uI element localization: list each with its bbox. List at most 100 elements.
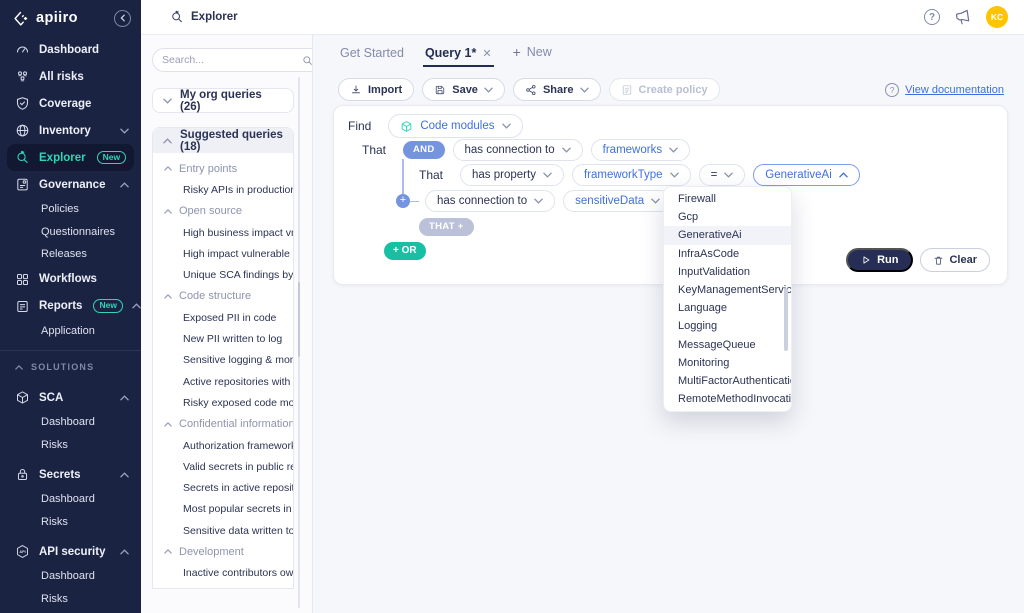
sidebar-item-sca-dashboard[interactable]: Dashboard [0,411,141,434]
solutions-section-header[interactable]: SOLUTIONS [0,355,141,379]
query-label: High impact vulnerable depen... [183,248,293,260]
predicate-select[interactable]: has connection to [425,190,555,212]
query-list-entry[interactable]: Risky exposed code modules [153,392,293,413]
right-column: Explorer ? KC My org [141,0,1024,613]
all-risks-icon [15,69,30,84]
search-input[interactable] [162,54,297,66]
dropdown-option[interactable]: Monitoring [664,354,791,372]
sidebar-item-sca-risks[interactable]: Risks [0,434,141,457]
sidebar-item-workflows[interactable]: Workflows [0,266,141,293]
share-button[interactable]: Share [513,78,601,101]
save-button[interactable]: Save [422,78,505,101]
sidebar-item-governance[interactable]: Governance [0,171,141,198]
query-list-entry[interactable]: Exposed PII in code [153,307,293,328]
dropdown-option[interactable]: KeyManagementService [664,281,791,299]
sidebar-item-coverage[interactable]: Coverage [0,90,141,117]
sidebar-item-policies[interactable]: Policies [0,198,141,221]
clear-button[interactable]: Clear [920,248,990,272]
query-label: Entry points [179,163,237,175]
object-select[interactable]: frameworks [591,139,690,161]
query-list-entry[interactable]: Authorization frameworks in a... [153,435,293,456]
query-list-entry[interactable]: Sensitive data written to logs i... [153,520,293,541]
sidebar-item-reports[interactable]: Reports New [0,293,141,320]
value-select[interactable]: GenerativeAi [753,164,859,186]
dropdown-option[interactable]: Rpc [664,408,791,412]
import-button[interactable]: Import [338,78,414,101]
sidebar-item-secrets[interactable]: Secrets [0,461,141,488]
predicate-select[interactable]: has connection to [453,139,583,161]
query-list-entry[interactable]: Development [153,541,293,562]
query-list-entry[interactable]: Supply chain [153,584,293,589]
property-select[interactable]: frameworkType [572,164,691,186]
dropdown-option[interactable]: Gcp [664,208,791,226]
dropdown-option[interactable]: MultiFactorAuthentication [664,372,791,390]
tab-new[interactable]: + New [511,44,554,67]
query-list-entry[interactable]: Confidential information [153,414,293,435]
query-list-entry[interactable]: Valid secrets in public repositor... [153,456,293,477]
query-list-entry[interactable]: High impact vulnerable depen... [153,243,293,264]
button-label: Clear [949,254,977,266]
close-tab-icon[interactable]: ✕ [482,47,491,60]
add-condition-icon[interactable]: + [396,194,410,208]
query-list-entry[interactable]: Risky APIs in production code [153,179,293,200]
dropdown-option[interactable]: InputValidation [664,263,791,281]
dropdown-option[interactable]: RemoteMethodInvocation [664,390,791,408]
suggested-queries-toggle[interactable]: Suggested queries (18) [153,128,293,153]
button-label: Create policy [639,84,708,96]
query-list-entry[interactable]: Code structure [153,286,293,307]
view-documentation-link[interactable]: View documentation [905,84,1004,96]
operator-select[interactable]: = [699,164,746,186]
sidebar-item-inventory[interactable]: Inventory [0,117,141,144]
add-that-button[interactable]: THAT + [419,218,474,236]
sidebar-item-api-security[interactable]: API API security [0,538,141,565]
query-list-entry[interactable]: High business impact vm2 libr... [153,222,293,243]
sidebar-item-application[interactable]: Application [0,320,141,343]
sidebar-item-api-dashboard[interactable]: Dashboard [0,565,141,588]
query-list-entry[interactable]: Entry points [153,158,293,179]
run-button[interactable]: Run [846,248,913,272]
query-list-entry[interactable]: New PII written to log [153,328,293,349]
query-list-entry[interactable]: Unique SCA findings by Apiiro [153,264,293,285]
query-list-entry[interactable]: Inactive contributors owning s... [153,563,293,584]
query-list-entry[interactable]: Open source [153,201,293,222]
announcements-icon[interactable] [954,8,972,26]
dropdown-option[interactable]: MessageQueue [664,336,791,354]
dropdown-option[interactable]: Language [664,299,791,317]
sidebar-item-all-risks[interactable]: All risks [0,63,141,90]
sidebar-item-releases[interactable]: Releases [0,243,141,266]
my-org-queries-toggle[interactable]: My org queries (26) [152,88,294,113]
sidebar-item-secrets-dashboard[interactable]: Dashboard [0,488,141,511]
subject-select[interactable]: Code modules [388,114,522,138]
query-list-entry[interactable]: Most popular secrets in active... [153,499,293,520]
sidebar-item-sca[interactable]: SCA [0,384,141,411]
dropdown-option[interactable]: Logging [664,317,791,335]
query-list-entry[interactable]: Sensitive logging & monitoring ... [153,350,293,371]
chevron-down-icon [580,87,589,93]
sidebar-item-api-risks[interactable]: Risks [0,588,141,611]
page-title-text: Explorer [191,11,238,23]
avatar[interactable]: KC [986,6,1008,28]
and-operator-pill[interactable]: AND [403,141,444,159]
create-policy-button[interactable]: Create policy [609,78,720,101]
tab-get-started[interactable]: Get Started [338,46,406,67]
dropdown-option[interactable]: GenerativeAi [664,226,791,244]
query-label: Risky exposed code modules [183,397,293,409]
sidebar-item-secrets-risks[interactable]: Risks [0,511,141,534]
sidebar-item-explorer[interactable]: Explorer New [7,144,134,171]
sidebar-collapse-button[interactable] [114,10,131,27]
tab-query-1[interactable]: Query 1* ✕ [423,46,494,67]
sidebar-item-dashboard[interactable]: Dashboard [0,36,141,63]
query-list-entry[interactable]: Secrets in active repositories g... [153,477,293,498]
dropdown-option[interactable]: Firewall [664,190,791,208]
governance-icon [15,177,30,192]
panel-scrollbar-thumb[interactable] [298,282,301,357]
dropdown-scrollbar-thumb[interactable] [784,288,788,351]
query-list-entry[interactable]: Active repositories with secrets [153,371,293,392]
add-or-button[interactable]: + OR [384,242,426,260]
dropdown-option[interactable]: InfraAsCode [664,245,791,263]
help-icon[interactable]: ? [924,9,940,25]
solutions-label: SOLUTIONS [31,362,94,372]
sidebar-item-questionnaires[interactable]: Questionnaires [0,221,141,244]
object-select[interactable]: sensitiveData [563,190,672,212]
predicate-select[interactable]: has property [460,164,564,186]
